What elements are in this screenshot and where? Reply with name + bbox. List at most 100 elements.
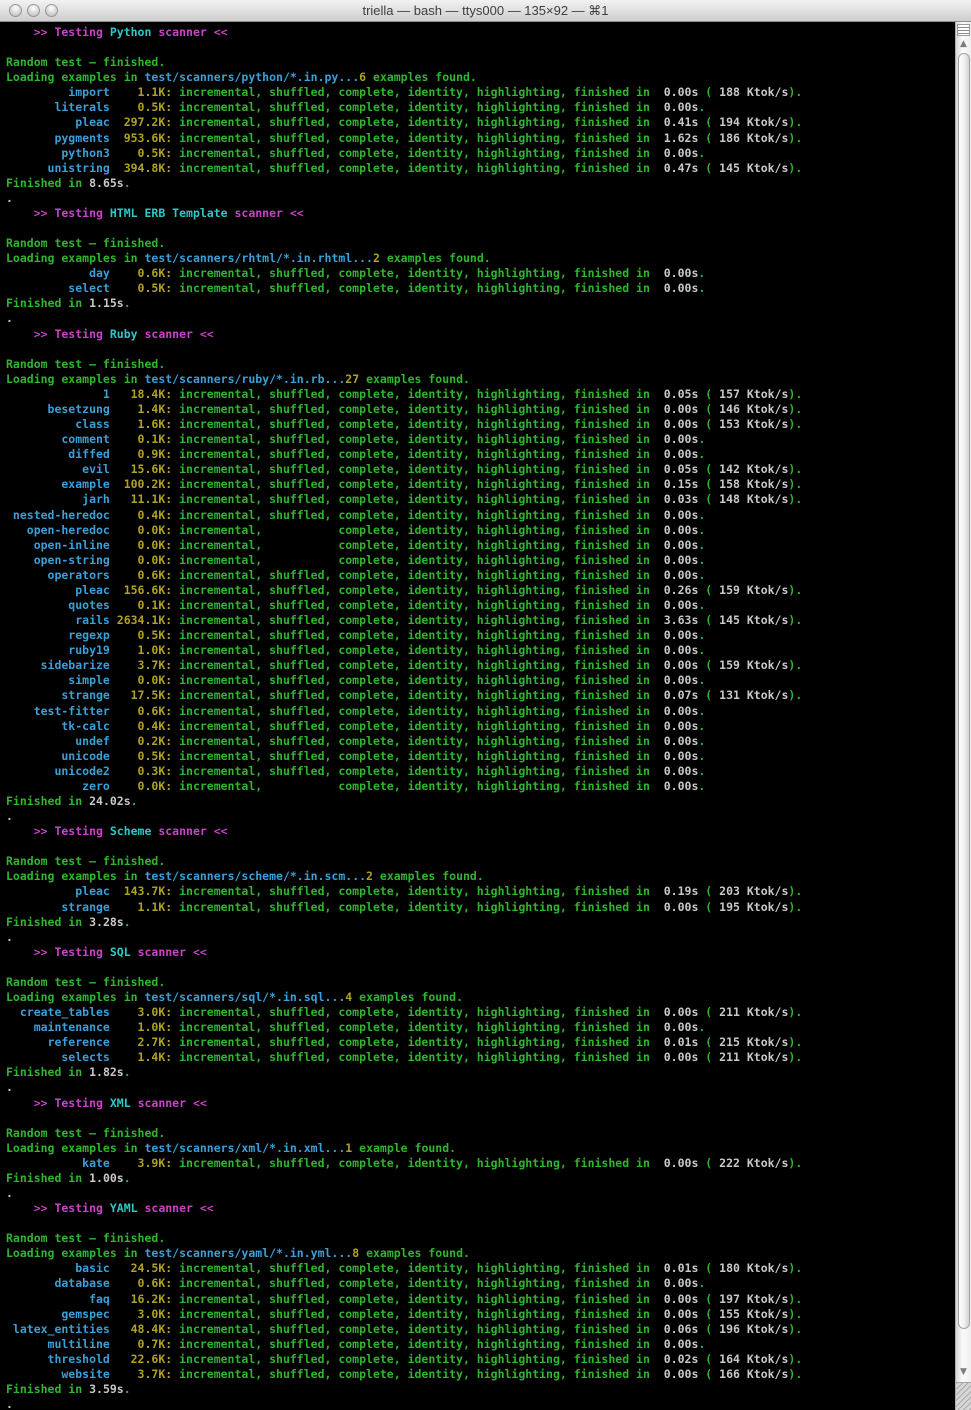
test-steps: incremental, shuffled, complete, identit… bbox=[172, 115, 650, 129]
scanner-name: Python bbox=[110, 25, 152, 39]
found-text: examples found. bbox=[366, 70, 477, 84]
ktok-rate: 194 Ktok/s bbox=[719, 115, 788, 129]
file-size: 394.8K: bbox=[110, 161, 172, 175]
file-size: 143.7K: bbox=[110, 884, 172, 898]
file-size: 953.6K: bbox=[110, 131, 172, 145]
scrollbar-track[interactable]: ▲ ▼ bbox=[955, 22, 971, 1410]
file-name: rails bbox=[6, 613, 110, 627]
paren-open: ( bbox=[698, 658, 719, 672]
test-steps: incremental, shuffled, complete, identit… bbox=[172, 1156, 650, 1170]
test-steps: incremental, shuffled, complete, identit… bbox=[172, 749, 650, 763]
blank-line bbox=[6, 1216, 955, 1231]
paren-open: ( bbox=[698, 477, 719, 491]
test-steps: incremental, shuffled, complete, identit… bbox=[172, 764, 650, 778]
examples-count: 2 bbox=[373, 251, 380, 265]
terminal-screen[interactable]: >> Testing Python scanner <<Random test … bbox=[0, 22, 955, 1410]
paren-open: ( bbox=[698, 85, 719, 99]
test-time: 0.00s bbox=[650, 523, 698, 537]
random-test-line: Random test – finished. bbox=[6, 1231, 955, 1246]
test-time: 0.00s bbox=[650, 764, 698, 778]
file-name: evil bbox=[6, 462, 110, 476]
file-name: faq bbox=[6, 1292, 110, 1306]
file-result-line: literals 0.5K: incremental, shuffled, co… bbox=[6, 100, 955, 115]
paren-close: ). bbox=[788, 658, 802, 672]
scrollbar-thumb[interactable] bbox=[958, 53, 970, 1329]
file-name: basic bbox=[6, 1261, 110, 1275]
file-name: diffed bbox=[6, 447, 110, 461]
file-size: 22.6K: bbox=[110, 1352, 172, 1366]
test-steps: incremental, shuffled, complete, identit… bbox=[172, 1367, 650, 1381]
random-test-text: Random test – finished. bbox=[6, 1126, 165, 1140]
header-suffix: scanner << bbox=[131, 945, 207, 959]
examples-path: test/scanners/sql/*.in.sql... bbox=[144, 990, 345, 1004]
file-result-line: threshold 22.6K: incremental, shuffled, … bbox=[6, 1352, 955, 1367]
test-time: 0.07s bbox=[650, 688, 698, 702]
file-name: database bbox=[6, 1276, 110, 1290]
paren-close: ). bbox=[788, 1050, 802, 1064]
file-result-line: operators 0.6K: incremental, shuffled, c… bbox=[6, 568, 955, 583]
loading-text: Loading examples in bbox=[6, 990, 144, 1004]
file-result-line: sidebarize 3.7K: incremental, shuffled, … bbox=[6, 658, 955, 673]
loading-line: Loading examples in test/scanners/python… bbox=[6, 70, 955, 85]
paren-close: ). bbox=[788, 417, 802, 431]
paren-open: ( bbox=[698, 900, 719, 914]
scanner-name: Ruby bbox=[110, 327, 138, 341]
paren-open: ( bbox=[698, 884, 719, 898]
test-time: 0.00s bbox=[650, 553, 698, 567]
paren-close: ). bbox=[788, 1156, 802, 1170]
file-size: 17.5K: bbox=[110, 688, 172, 702]
file-size: 1.1K: bbox=[110, 900, 172, 914]
file-result-line: rails 2634.1K: incremental, shuffled, co… bbox=[6, 613, 955, 628]
test-steps: incremental, shuffled, complete, identit… bbox=[172, 281, 650, 295]
finished-text: Finished in bbox=[6, 1065, 89, 1079]
test-time: 0.00s bbox=[650, 628, 698, 642]
window-resize-grip[interactable] bbox=[956, 1382, 971, 1410]
ktok-rate: 131 Ktok/s bbox=[719, 688, 788, 702]
test-steps: incremental, shuffled, complete, identit… bbox=[172, 131, 650, 145]
file-name: unicode bbox=[6, 749, 110, 763]
file-size: 0.9K: bbox=[110, 447, 172, 461]
found-text: example found. bbox=[352, 1141, 456, 1155]
paren-close: ). bbox=[788, 1352, 802, 1366]
test-steps: incremental, shuffled, complete, identit… bbox=[172, 266, 650, 280]
file-size: 3.7K: bbox=[110, 1367, 172, 1381]
file-size: 0.3K: bbox=[110, 764, 172, 778]
file-result-line: multiline 0.7K: incremental, shuffled, c… bbox=[6, 1337, 955, 1352]
file-name: zero bbox=[6, 779, 110, 793]
test-steps: incremental, shuffled, complete, identit… bbox=[172, 1261, 650, 1275]
test-steps: incremental, shuffled, complete, identit… bbox=[172, 583, 650, 597]
random-test-text: Random test – finished. bbox=[6, 357, 165, 371]
file-name: python3 bbox=[6, 146, 110, 160]
test-steps: incremental, shuffled, complete, identit… bbox=[172, 900, 650, 914]
file-size: 0.1K: bbox=[110, 432, 172, 446]
paren-open: ( bbox=[698, 417, 719, 431]
file-result-line: undef 0.2K: incremental, shuffled, compl… bbox=[6, 734, 955, 749]
line-period: . bbox=[131, 794, 138, 808]
test-time: 0.00s bbox=[650, 432, 698, 446]
file-name: jarh bbox=[6, 492, 110, 506]
random-test-line: Random test – finished. bbox=[6, 975, 955, 990]
file-name: open-string bbox=[6, 553, 110, 567]
file-name: ruby19 bbox=[6, 643, 110, 657]
line-period: . bbox=[698, 764, 705, 778]
progress-dot: . bbox=[6, 930, 13, 944]
test-steps: incremental, shuffled, complete, identit… bbox=[172, 643, 650, 657]
test-time: 0.05s bbox=[650, 462, 698, 476]
file-name: tk-calc bbox=[6, 719, 110, 733]
finished-line: Finished in 24.02s. bbox=[6, 794, 955, 809]
progress-dot: . bbox=[6, 809, 13, 823]
file-result-line: import 1.1K: incremental, shuffled, comp… bbox=[6, 85, 955, 100]
scroll-up-arrow-icon[interactable]: ▲ bbox=[956, 38, 971, 50]
file-result-line: kate 3.9K: incremental, shuffled, comple… bbox=[6, 1156, 955, 1171]
ktok-rate: 188 Ktok/s bbox=[719, 85, 788, 99]
file-size: 16.2K: bbox=[110, 1292, 172, 1306]
test-time: 0.41s bbox=[650, 115, 698, 129]
file-result-line: diffed 0.9K: incremental, shuffled, comp… bbox=[6, 447, 955, 462]
scroll-down-arrow-icon[interactable]: ▼ bbox=[956, 1366, 971, 1378]
blank-line bbox=[6, 1111, 955, 1126]
file-result-line: quotes 0.1K: incremental, shuffled, comp… bbox=[6, 598, 955, 613]
file-size: 0.7K: bbox=[110, 1337, 172, 1351]
file-size: 1.0K: bbox=[110, 643, 172, 657]
line-period: . bbox=[124, 296, 131, 310]
scrollbar-menu-button[interactable] bbox=[957, 24, 970, 36]
